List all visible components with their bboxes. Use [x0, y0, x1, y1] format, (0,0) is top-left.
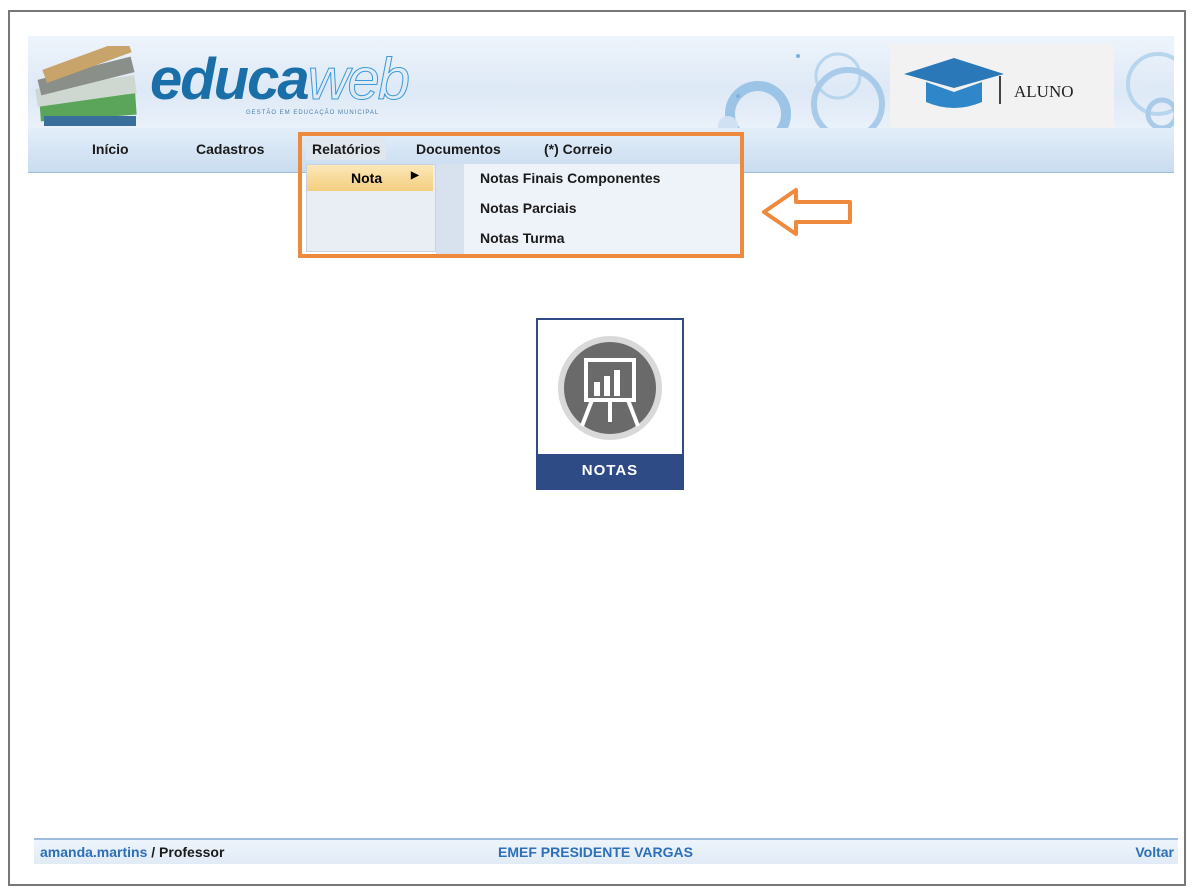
back-link[interactable]: Voltar	[1135, 844, 1174, 860]
footer-user: amanda.martins / Professor	[40, 844, 224, 860]
nav-inicio[interactable]: Início	[92, 141, 129, 157]
footer-separator: /	[147, 844, 160, 860]
submenu-nota-label: Nota	[351, 170, 383, 186]
menu-item-notas-turma[interactable]: Notas Turma	[480, 230, 565, 246]
relatorios-dropdown: Nota ▶	[306, 164, 436, 252]
menu-item-notas-finais[interactable]: Notas Finais Componentes	[480, 170, 660, 186]
nav-relatorios[interactable]: Relatórios	[306, 138, 387, 160]
submenu-strip	[436, 164, 464, 254]
header: educaweb GESTÃO EM EDUCAÇÃO MUNICIPAL AL…	[28, 28, 1174, 128]
chart-easel-icon	[558, 336, 662, 440]
user-role: Professor	[159, 844, 225, 860]
graduation-cap-icon	[904, 58, 1004, 108]
nav-documentos[interactable]: Documentos	[416, 141, 501, 157]
nav-cadastros[interactable]: Cadastros	[196, 141, 264, 157]
school-name: EMEF PRESIDENTE VARGAS	[498, 844, 693, 860]
nota-submenu: Notas Finais Componentes Notas Parciais …	[436, 164, 740, 254]
books-logo-icon	[35, 46, 137, 126]
menu-item-notas-parciais[interactable]: Notas Parciais	[480, 200, 577, 216]
decorative-circles-icon	[718, 52, 885, 128]
profile-label: ALUNO	[1014, 82, 1074, 101]
profile-box: ALUNO	[890, 44, 1114, 128]
footer-bar: amanda.martins / Professor EMEF PRESIDEN…	[34, 838, 1178, 864]
caret-right-icon: ▶	[411, 170, 419, 181]
logo-wordmark: educaweb	[150, 47, 411, 112]
notas-tile[interactable]: NOTAS	[536, 318, 684, 490]
nav-correio[interactable]: (*) Correio	[544, 141, 612, 157]
notas-tile-label: NOTAS	[538, 454, 682, 488]
left-arrow-icon	[762, 188, 852, 236]
username-link[interactable]: amanda.martins	[40, 844, 147, 860]
logo-subtitle: GESTÃO EM EDUCAÇÃO MUNICIPAL	[246, 110, 380, 116]
header-banner: educaweb GESTÃO EM EDUCAÇÃO MUNICIPAL AL…	[28, 36, 1174, 128]
decorative-circles-right-icon	[1126, 52, 1174, 128]
submenu-nota[interactable]: Nota ▶	[307, 165, 433, 191]
